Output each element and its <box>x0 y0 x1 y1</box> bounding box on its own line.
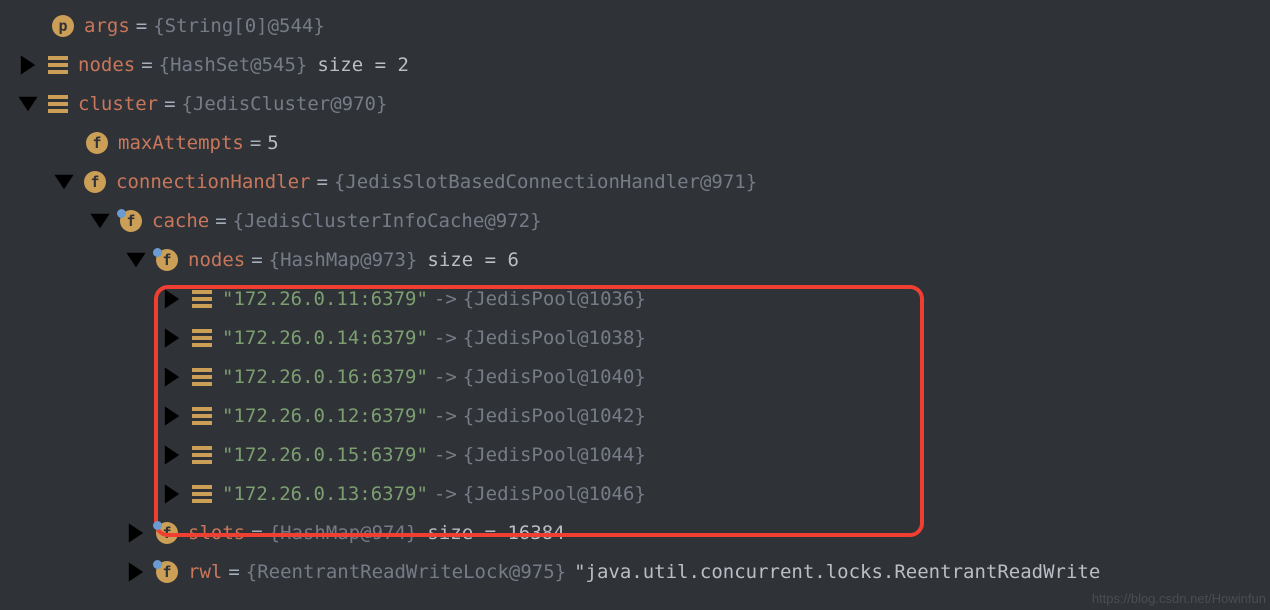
var-name: args <box>84 15 130 37</box>
var-value: {ReentrantReadWriteLock@975} <box>246 561 566 583</box>
expand-arrow[interactable] <box>124 560 148 584</box>
expand-arrow[interactable] <box>160 404 184 428</box>
tree-row-map-entry[interactable]: "172.26.0.12:6379" -> {JedisPool@1042} <box>0 396 1270 435</box>
collapse-arrow[interactable] <box>88 209 112 233</box>
collection-icon <box>192 329 212 347</box>
map-val: {JedisPool@1040} <box>463 366 646 388</box>
var-extra: size = 2 <box>317 54 409 76</box>
tree-row-slots[interactable]: f slots = {HashMap@974} size = 16384 <box>0 513 1270 552</box>
param-icon: p <box>50 15 84 37</box>
map-val: {JedisPool@1044} <box>463 444 646 466</box>
field-icon: f <box>154 561 188 583</box>
tree-row-map-entry[interactable]: "172.26.0.16:6379" -> {JedisPool@1040} <box>0 357 1270 396</box>
var-name: cluster <box>78 93 158 115</box>
tree-row-connhandler[interactable]: f connectionHandler = {JedisSlotBasedCon… <box>0 162 1270 201</box>
collapse-arrow[interactable] <box>52 170 76 194</box>
field-icon: f <box>118 210 152 232</box>
var-value: {HashSet@545} <box>159 54 308 76</box>
map-key: "172.26.0.15:6379" <box>222 444 428 466</box>
arrow-sep: -> <box>434 405 457 427</box>
arrow-sep: -> <box>434 288 457 310</box>
collection-icon <box>192 485 212 503</box>
var-value: {HashMap@973} <box>269 249 418 271</box>
var-name: connectionHandler <box>116 171 310 193</box>
collection-icon <box>48 56 68 74</box>
collection-icon <box>48 95 68 113</box>
map-val: {JedisPool@1042} <box>463 405 646 427</box>
var-value: 5 <box>267 132 278 154</box>
equals: = <box>136 15 147 37</box>
map-key: "172.26.0.16:6379" <box>222 366 428 388</box>
watermark: https://blog.csdn.net/Howinfun <box>1092 591 1266 606</box>
var-extra: size = 16384 <box>427 522 564 544</box>
field-icon: f <box>154 249 188 271</box>
map-val: {JedisPool@1038} <box>463 327 646 349</box>
arrow-sep: -> <box>434 444 457 466</box>
collection-icon <box>192 446 212 464</box>
expand-arrow[interactable] <box>160 443 184 467</box>
collection-icon <box>192 368 212 386</box>
tree-row-rwl[interactable]: f rwl = {ReentrantReadWriteLock@975} "ja… <box>0 552 1270 591</box>
var-name: rwl <box>188 561 222 583</box>
map-key: "172.26.0.11:6379" <box>222 288 428 310</box>
map-key: "172.26.0.13:6379" <box>222 483 428 505</box>
tree-row-map-entry[interactable]: "172.26.0.15:6379" -> {JedisPool@1044} <box>0 435 1270 474</box>
tree-row-cluster[interactable]: cluster = {JedisCluster@970} <box>0 84 1270 123</box>
collapse-arrow[interactable] <box>124 248 148 272</box>
expand-arrow[interactable] <box>160 287 184 311</box>
expand-arrow[interactable] <box>16 53 40 77</box>
var-name: nodes <box>188 249 245 271</box>
map-key: "172.26.0.12:6379" <box>222 405 428 427</box>
map-val: {JedisPool@1036} <box>463 288 646 310</box>
arrow-sep: -> <box>434 483 457 505</box>
var-value: {JedisSlotBasedConnectionHandler@971} <box>334 171 757 193</box>
var-name: nodes <box>78 54 135 76</box>
arrow-sep: -> <box>434 327 457 349</box>
map-key: "172.26.0.14:6379" <box>222 327 428 349</box>
tree-row-nodes-top[interactable]: nodes = {HashSet@545} size = 2 <box>0 45 1270 84</box>
tree-row-nodes-inner[interactable]: f nodes = {HashMap@973} size = 6 <box>0 240 1270 279</box>
var-value: {String[0]@544} <box>153 15 325 37</box>
tree-row-args[interactable]: p args = {String[0]@544} <box>0 6 1270 45</box>
tree-row-cache[interactable]: f cache = {JedisClusterInfoCache@972} <box>0 201 1270 240</box>
expand-arrow[interactable] <box>124 521 148 545</box>
collapse-arrow[interactable] <box>16 92 40 116</box>
collection-icon <box>192 407 212 425</box>
expand-arrow[interactable] <box>160 326 184 350</box>
expand-arrow[interactable] <box>160 482 184 506</box>
var-name: slots <box>188 522 245 544</box>
tree-row-maxattempts[interactable]: f maxAttempts = 5 <box>0 123 1270 162</box>
var-str: "java.util.concurrent.locks.ReentrantRea… <box>574 561 1100 583</box>
tree-row-map-entry[interactable]: "172.26.0.13:6379" -> {JedisPool@1046} <box>0 474 1270 513</box>
var-name: maxAttempts <box>118 132 244 154</box>
collection-icon <box>192 290 212 308</box>
var-value: {HashMap@974} <box>269 522 418 544</box>
field-icon: f <box>84 132 118 154</box>
tree-row-map-entry[interactable]: "172.26.0.11:6379" -> {JedisPool@1036} <box>0 279 1270 318</box>
var-value: {JedisClusterInfoCache@972} <box>233 210 542 232</box>
var-name: cache <box>152 210 209 232</box>
arrow-sep: -> <box>434 366 457 388</box>
expand-arrow[interactable] <box>160 365 184 389</box>
field-icon: f <box>154 522 188 544</box>
tree-row-map-entry[interactable]: "172.26.0.14:6379" -> {JedisPool@1038} <box>0 318 1270 357</box>
field-icon: f <box>82 171 116 193</box>
map-val: {JedisPool@1046} <box>463 483 646 505</box>
var-extra: size = 6 <box>427 249 519 271</box>
var-value: {JedisCluster@970} <box>182 93 388 115</box>
